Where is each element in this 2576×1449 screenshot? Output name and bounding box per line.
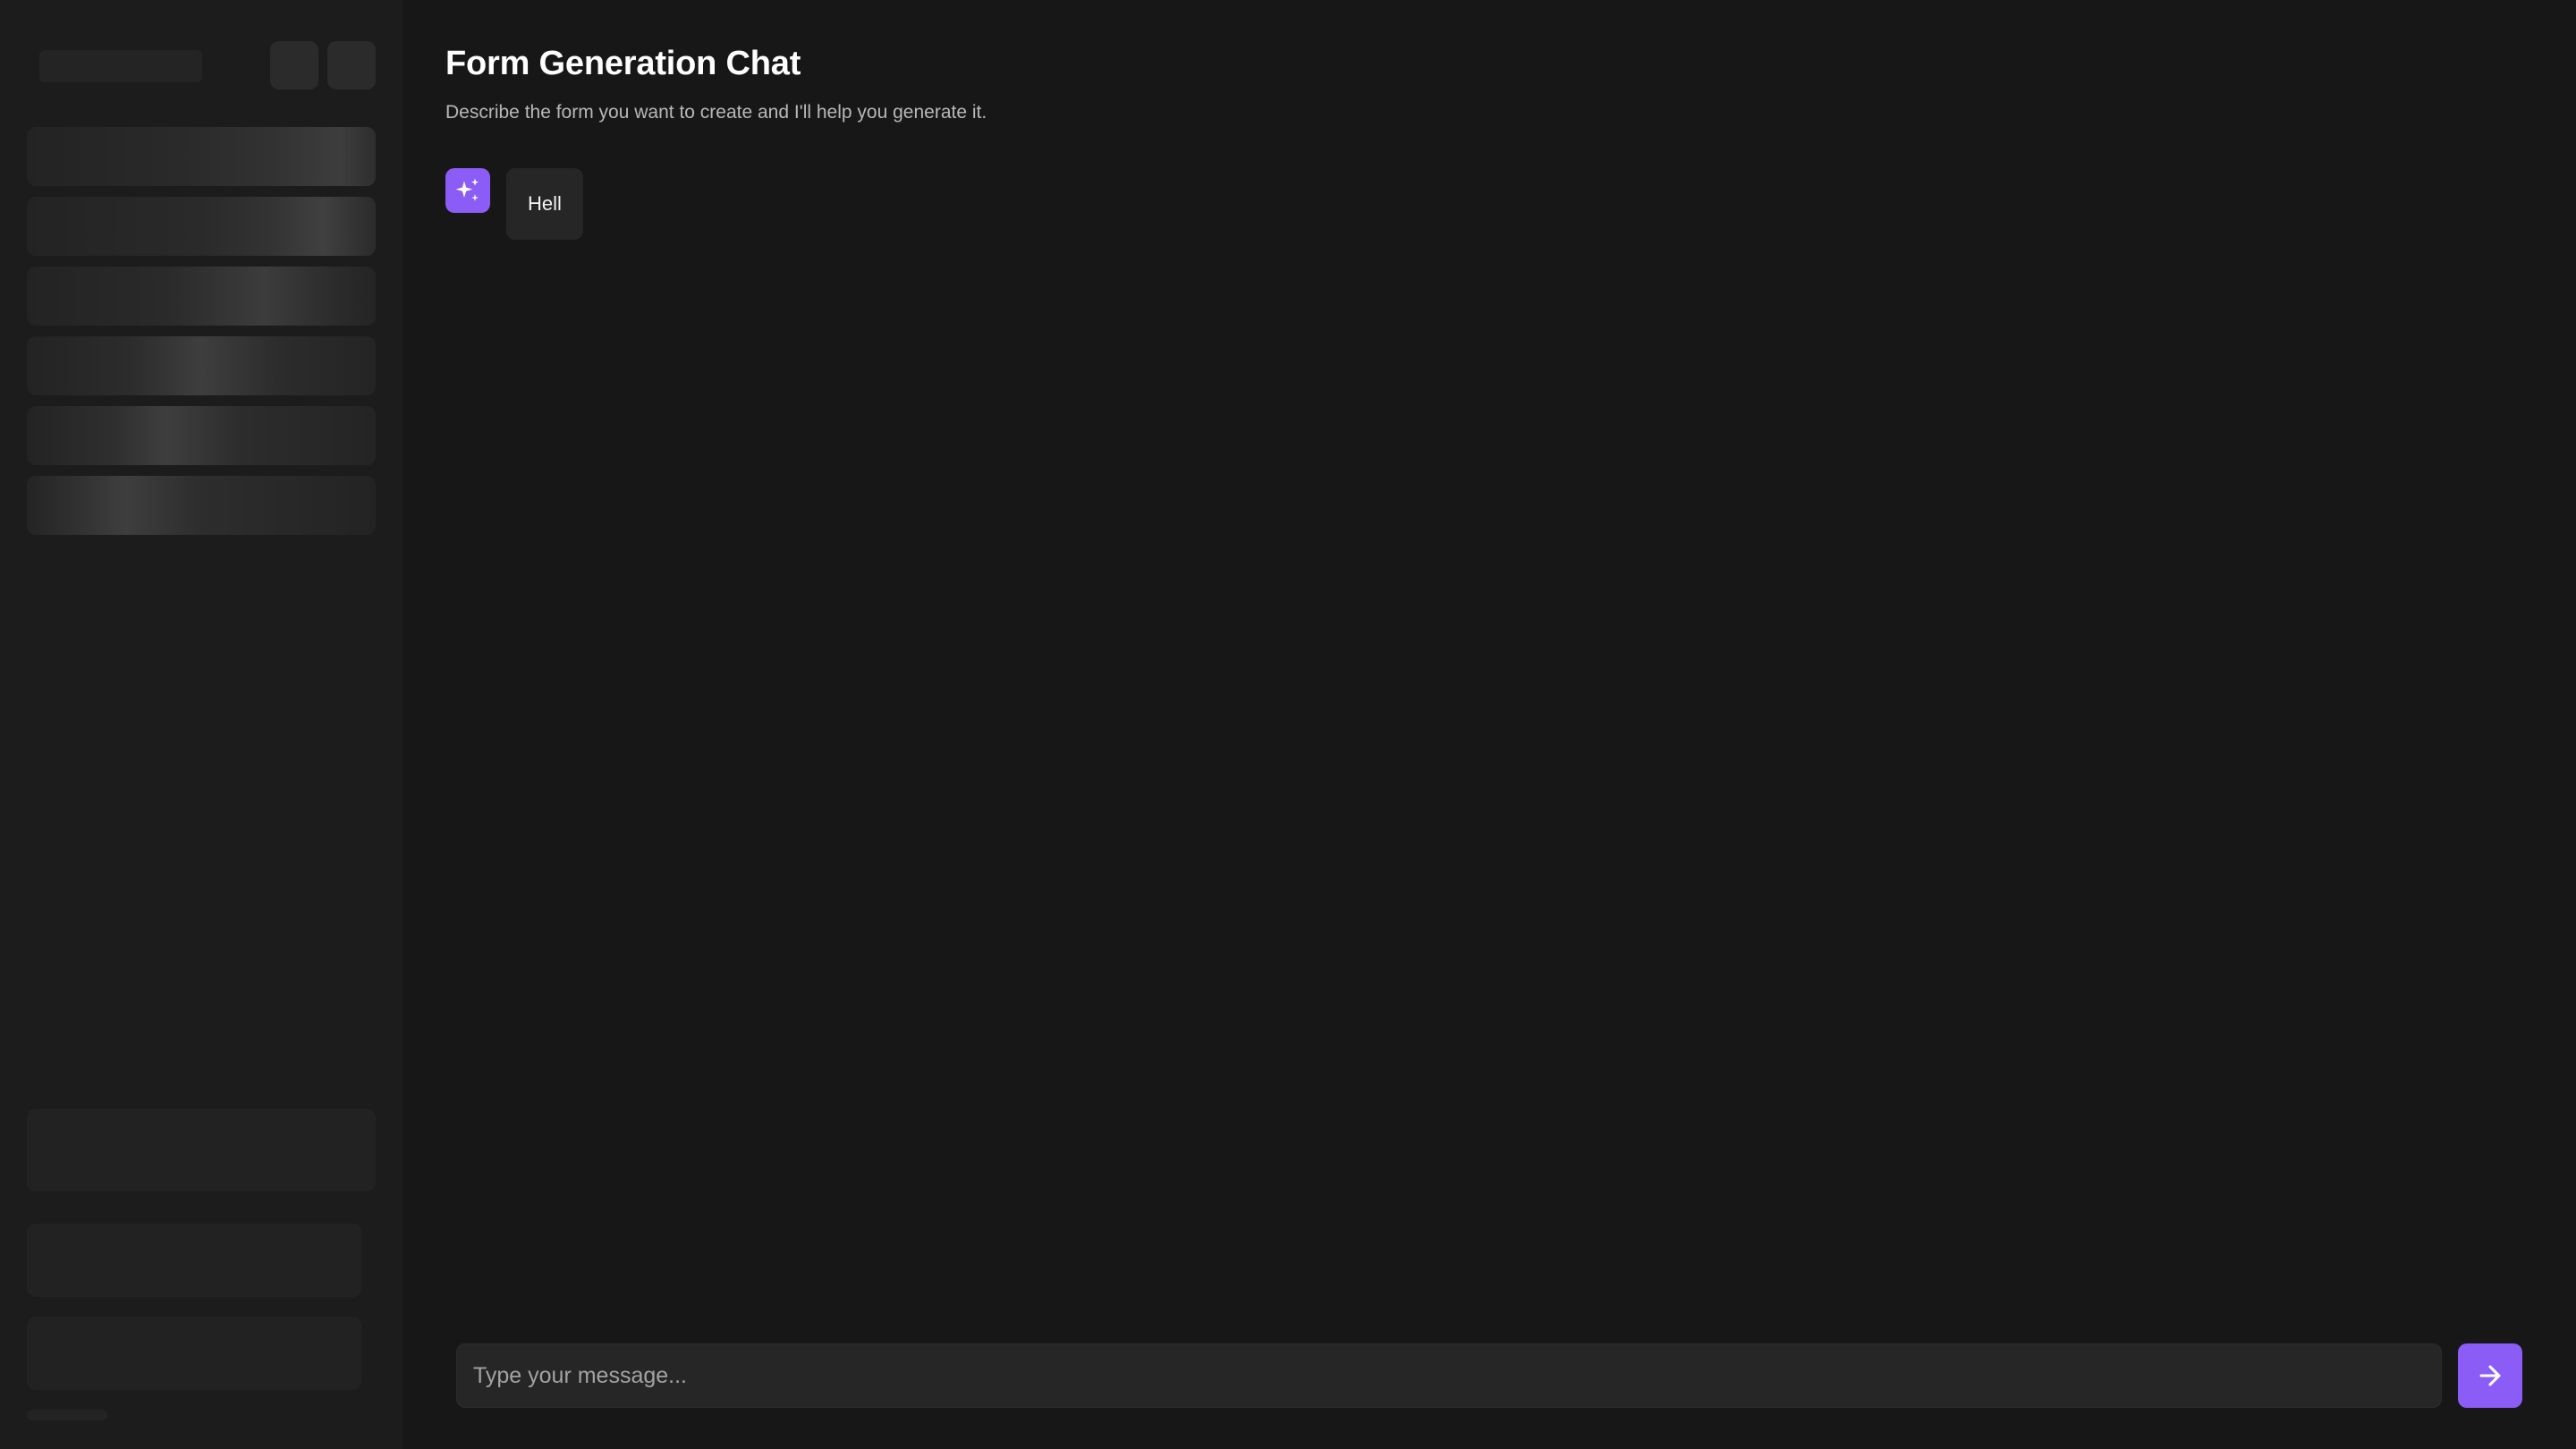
app-root: Form Generation Chat Describe the form y…	[0, 0, 2576, 1449]
sidebar-footer-item-skeleton	[27, 1224, 361, 1297]
sidebar-item-skeleton	[27, 406, 376, 465]
message-input[interactable]	[456, 1343, 2442, 1408]
sidebar	[0, 0, 402, 1449]
sidebar-action-button-skeleton	[327, 41, 376, 89]
message-bubble: Hell	[506, 168, 583, 240]
sparkles-icon	[455, 178, 479, 201]
sidebar-item-skeleton	[27, 267, 376, 326]
chat-main: Form Generation Chat Describe the form y…	[402, 0, 2576, 1449]
sidebar-action-button-skeleton	[270, 41, 318, 89]
assistant-message: Hell	[445, 168, 583, 240]
sidebar-footer-item-skeleton	[27, 1317, 361, 1390]
page-subtitle: Describe the form you want to create and…	[445, 102, 987, 123]
sidebar-footer-text-skeleton	[27, 1410, 107, 1420]
send-button[interactable]	[2458, 1343, 2522, 1408]
sidebar-item-skeleton	[27, 127, 376, 186]
sidebar-item-skeleton	[27, 336, 376, 395]
sidebar-item-skeleton	[27, 197, 376, 256]
sidebar-item-skeleton	[27, 476, 376, 535]
assistant-avatar	[445, 168, 490, 213]
sidebar-footer-card-skeleton	[27, 1109, 376, 1191]
arrow-right-icon	[2479, 1365, 2501, 1386]
page-title: Form Generation Chat	[445, 45, 801, 82]
sidebar-title-skeleton	[39, 50, 202, 82]
